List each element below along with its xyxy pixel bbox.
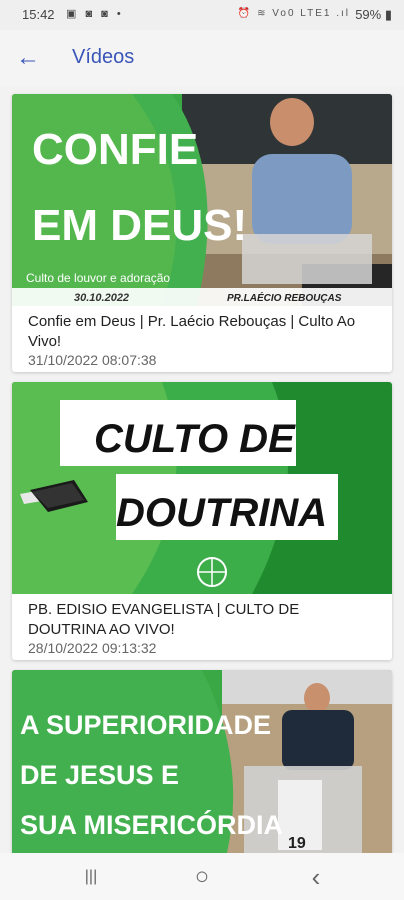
app-bar: ← Vídeos [0, 30, 404, 86]
video-card[interactable]: CULTO DE DOUTRINA PB. EDISIO EVANGELISTA… [12, 382, 392, 660]
thumb-date: 30.10.2022 [74, 292, 129, 304]
video-title: Confie em Deus | Pr. Laécio Rebouças | C… [28, 313, 356, 350]
signal-icons: ⏰ ≋ Vo0 LTE1 .ıl [237, 8, 350, 19]
thumb-line2: DOUTRINA [116, 491, 327, 535]
thumb-line2: DE JESUS E [20, 760, 179, 790]
page-title: Vídeos [72, 46, 135, 68]
nav-back-icon[interactable]: ‹ [296, 861, 336, 893]
video-thumbnail[interactable]: CONFIE EM DEUS! Culto de louvor e adoraç… [12, 94, 392, 306]
video-date: 28/10/2022 09:13:32 [28, 640, 157, 656]
thumb-subtitle: Culto de louvor e adoração [26, 271, 170, 285]
church-logo-icon [197, 557, 227, 587]
status-bar: 15:42 ▣ ◙ ◙ • ⏰ ≋ Vo0 LTE1 .ıl 59% ▮ [0, 0, 404, 30]
video-title: PB. EDISIO EVANGELISTA | CULTO DE DOUTRI… [28, 601, 300, 638]
thumb-line1: CONFIE [32, 125, 198, 174]
video-thumbnail[interactable]: CULTO DE DOUTRINA [12, 382, 392, 594]
battery-indicator: 59% ▮ [355, 7, 392, 23]
notification-icons: ▣ ◙ ◙ • [66, 8, 124, 20]
thumb-speaker: PR.LAÉCIO REBOUÇAS [227, 291, 342, 304]
thumb-line1: A SUPERIORIDADE [20, 710, 271, 740]
back-arrow-icon[interactable]: ← [10, 40, 46, 76]
thumb-line2: EM DEUS! [32, 201, 247, 250]
home-icon[interactable]: ○ [182, 861, 222, 893]
video-thumbnail[interactable]: 19 A SUPERIORIDADE DE JESUS E SUA MISERI… [12, 670, 392, 853]
thumb-line1: CULTO DE [94, 417, 296, 461]
video-card[interactable]: 19 A SUPERIORIDADE DE JESUS E SUA MISERI… [12, 670, 392, 853]
video-date: 31/10/2022 08:07:38 [28, 352, 157, 368]
battery-percent: 59% [355, 7, 382, 22]
system-nav-bar: ||| ○ ‹ [0, 853, 404, 900]
thumb-line3: SUA MISERICÓRDIA [20, 809, 283, 840]
battery-icon: ▮ [381, 7, 392, 22]
video-card[interactable]: CONFIE EM DEUS! Culto de louvor e adoraç… [12, 94, 392, 372]
podium-number: 19 [288, 835, 306, 852]
recents-icon[interactable]: ||| [71, 861, 111, 893]
status-time: 15:42 [22, 7, 55, 22]
